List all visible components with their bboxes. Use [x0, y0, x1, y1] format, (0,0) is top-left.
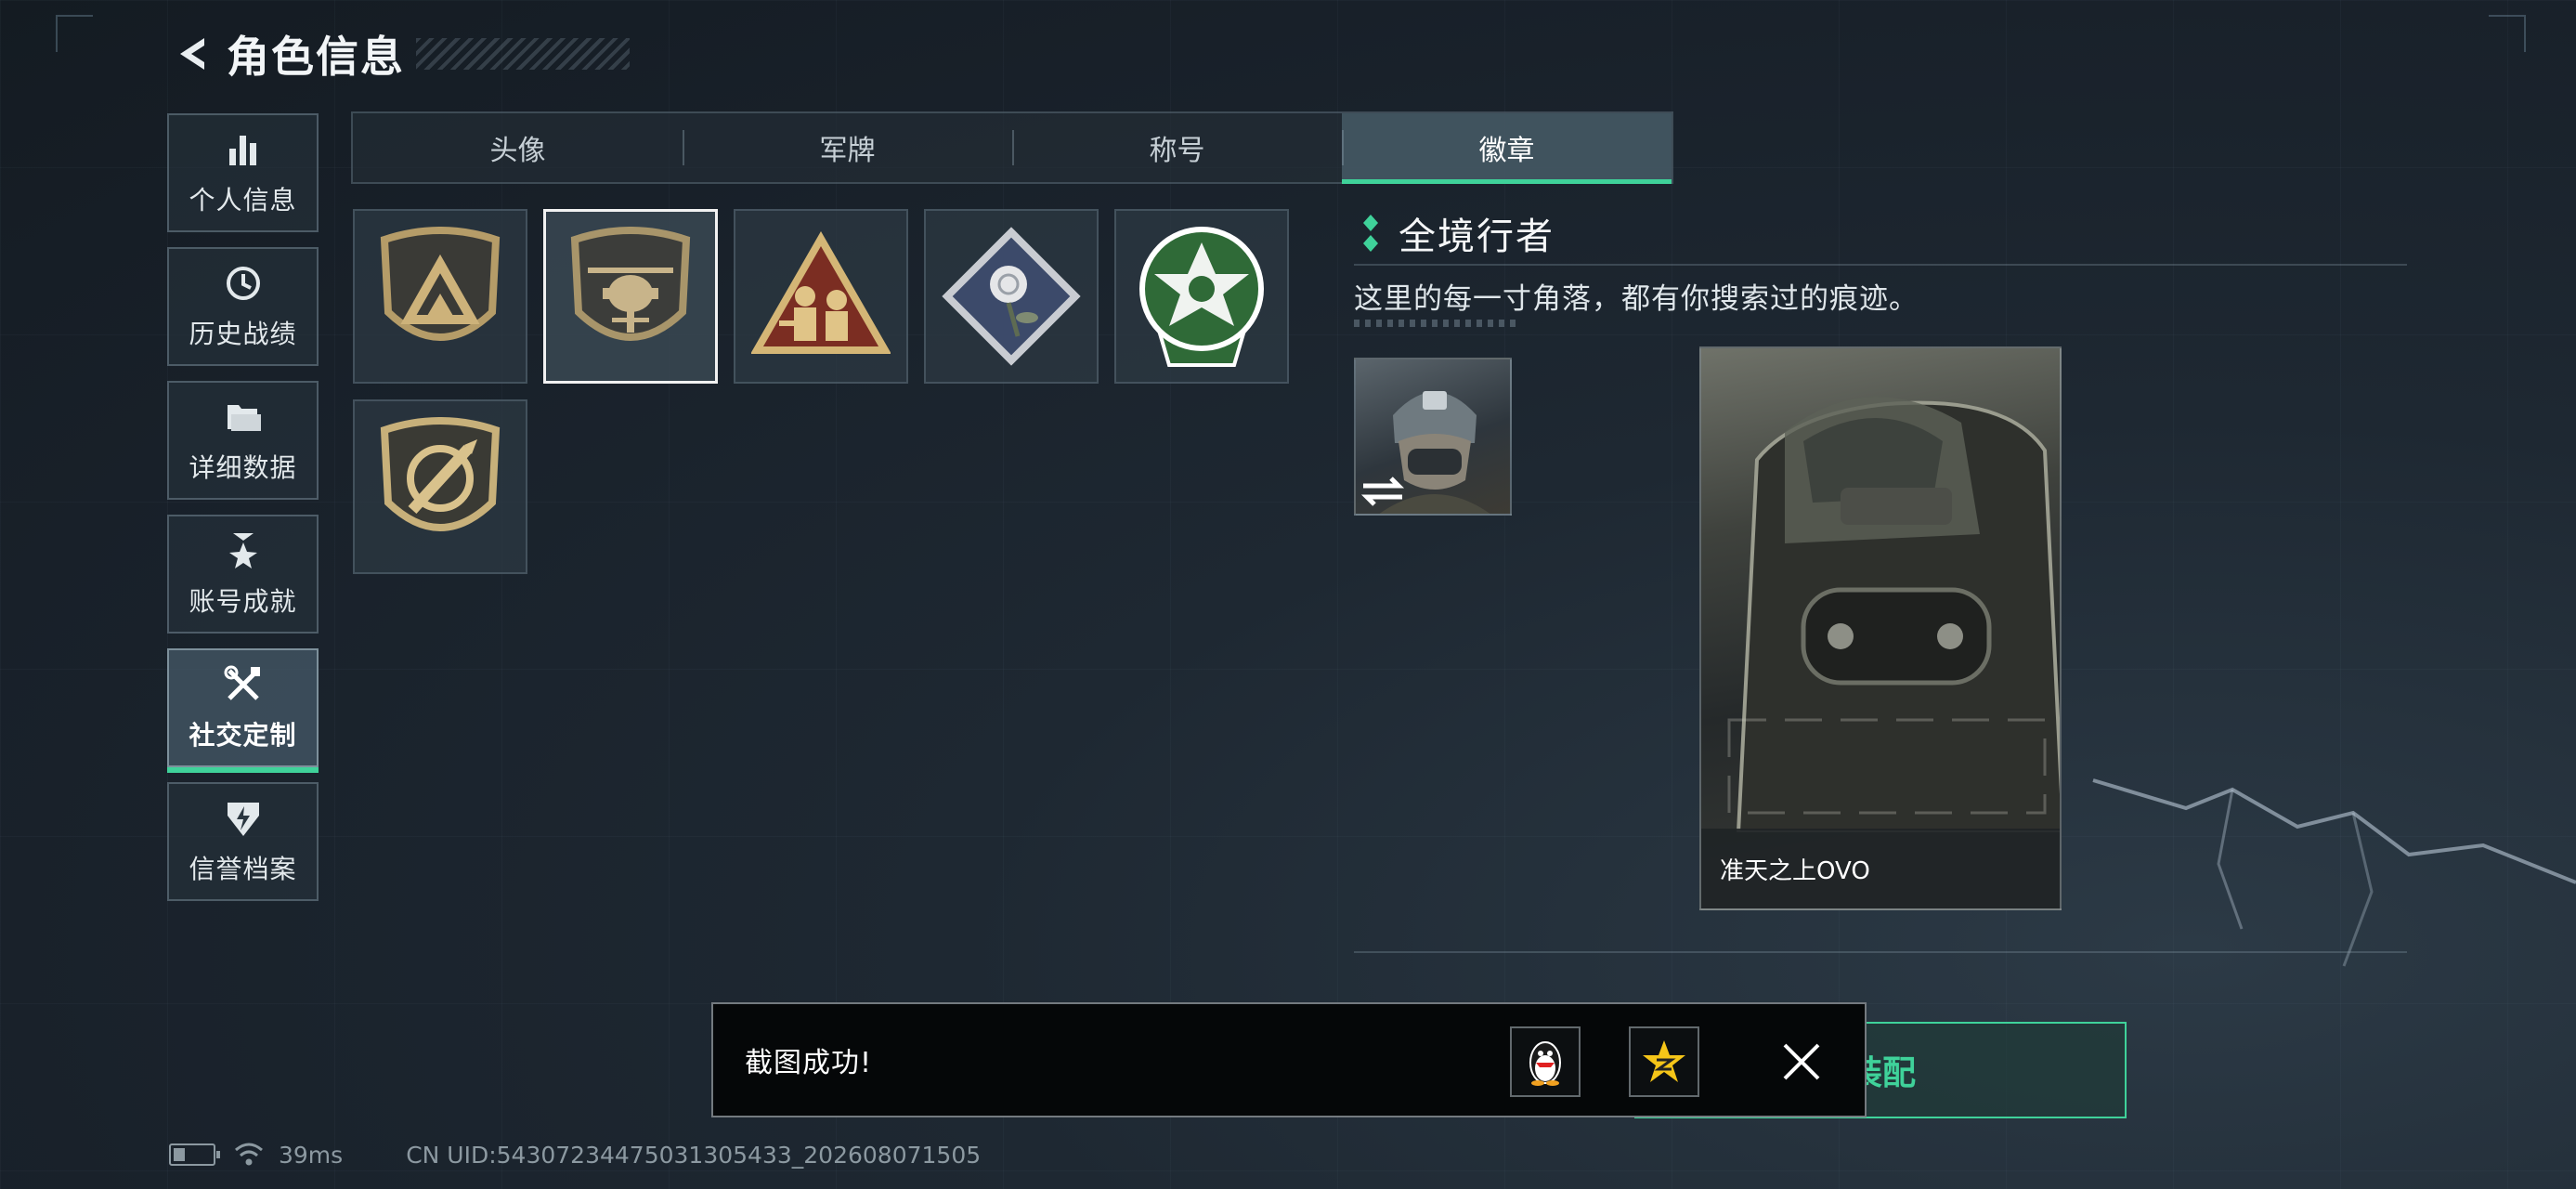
reputation-shield-icon: [227, 803, 259, 836]
header: 角色信息: [167, 26, 630, 82]
share-qq-button[interactable]: [1510, 1026, 1581, 1097]
card-caption: 准天之上OVO: [1701, 829, 2060, 908]
title-stripes: [416, 38, 630, 70]
ping-value: 39ms: [279, 1141, 344, 1169]
divider: [1354, 951, 2407, 953]
bar-chart-icon: [228, 136, 256, 165]
tab-badge[interactable]: 徽章: [1342, 113, 1672, 184]
nav-item-history[interactable]: 历史战绩: [167, 247, 319, 366]
badge-name: 全境行者: [1399, 216, 1555, 258]
tab-dog-tag[interactable]: 军牌: [683, 113, 1012, 182]
nav-item-reputation[interactable]: 信誉档案: [167, 782, 319, 901]
badge-cell[interactable]: [353, 209, 527, 384]
nav-label: 信誉档案: [189, 854, 297, 884]
badge-cell[interactable]: [734, 209, 908, 384]
tab-avatar[interactable]: 头像: [353, 113, 683, 182]
toast-message: 截图成功!: [745, 1047, 873, 1079]
nav-label: 社交定制: [189, 720, 297, 751]
close-icon[interactable]: [1774, 1034, 1829, 1090]
nav-label: 账号成就: [189, 586, 297, 617]
screenshot-toast: 截图成功!: [711, 1002, 1867, 1117]
green-star-circle-badge-icon: [1139, 227, 1264, 367]
swap-icon[interactable]: [1358, 473, 1408, 510]
folder-icon: [227, 405, 261, 431]
card-preview: 准天之上OVO: [1699, 346, 2062, 910]
badge-cell[interactable]: [1114, 209, 1289, 384]
chevron-left-icon: [180, 38, 204, 70]
nav-item-achievements[interactable]: 账号成就: [167, 515, 319, 634]
dash-decoration: [1354, 320, 1521, 327]
avatar-thumbnail[interactable]: [1354, 358, 1512, 516]
tab-title[interactable]: 称号: [1012, 113, 1342, 182]
achievement-medal-icon: [228, 533, 257, 568]
corner-mark: [56, 15, 93, 52]
badge-cell[interactable]: [353, 399, 527, 574]
divider: [1354, 264, 2407, 266]
badge-description: 这里的每一寸角落，都有你搜索过的痕迹。: [1354, 282, 1919, 316]
riot-shield-soldier-image: [1727, 397, 2060, 832]
rose-diamond-badge-icon: [942, 227, 1081, 366]
wifi-icon: [235, 1143, 263, 1166]
share-qzone-button[interactable]: [1629, 1026, 1699, 1097]
nav-item-social-customize[interactable]: 社交定制: [167, 648, 319, 773]
nav-label: 个人信息: [189, 185, 297, 216]
battery-icon: [169, 1143, 220, 1166]
nav-label: 历史战绩: [189, 319, 297, 349]
diamond-icon: [1363, 215, 1378, 252]
tab-bar: 头像 军牌 称号 徽章: [351, 111, 1673, 184]
left-nav: 个人信息 历史战绩 详细数据 账号成就 社交定制 信誉档案: [167, 113, 319, 916]
lightning-decoration: [2092, 778, 2576, 967]
bullet-scope-shield-badge-icon: [380, 417, 501, 531]
nav-item-detailed-data[interactable]: 详细数据: [167, 381, 319, 500]
soldiers-triangle-badge-icon: [751, 231, 891, 354]
nav-item-personal-info[interactable]: 个人信息: [167, 113, 319, 232]
uid-text: CN UID:543072344750313054​33_20260807150…: [406, 1141, 982, 1169]
corner-mark: [2489, 15, 2526, 52]
nav-label: 详细数据: [189, 452, 297, 483]
helicopter-shield-badge-icon: [570, 227, 691, 341]
back-button[interactable]: [167, 29, 217, 79]
history-clock-icon: [226, 267, 260, 300]
triangle-shield-badge-icon: [380, 227, 501, 341]
qq-penguin-icon: [1529, 1041, 1561, 1086]
qzone-star-icon: [1643, 1040, 1685, 1082]
badge-cell[interactable]: [924, 209, 1099, 384]
tools-icon: [224, 665, 260, 700]
detail-title-row: 全境行者: [1361, 206, 1555, 260]
badge-cell-selected[interactable]: [543, 209, 718, 384]
page-title: 角色信息: [227, 32, 405, 82]
status-bar: 39ms CN UID:543072344750313054​33_202608…: [169, 1141, 981, 1169]
